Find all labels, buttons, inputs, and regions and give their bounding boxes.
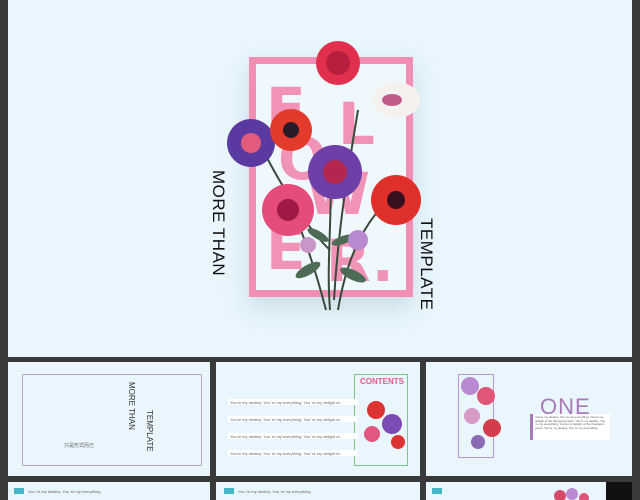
mini-frame xyxy=(22,374,202,466)
thumbnail-slide-5[interactable]: You 're my destiny. You 're my everythin… xyxy=(216,482,420,500)
contents-row-text: You're my destiny. You 're my everything… xyxy=(230,417,342,422)
teal-tag xyxy=(14,488,24,494)
black-corner-shape xyxy=(606,482,632,500)
one-paragraph-box: You're my destiny. You 're my everything… xyxy=(530,414,610,440)
contents-flower-illustration xyxy=(364,401,405,449)
thumb1-vertical-a: MORE THAN xyxy=(127,382,136,430)
thumb4-caption: You 're my destiny. You 're my everythin… xyxy=(28,489,102,494)
thumb5-caption: You 're my destiny. You 're my everythin… xyxy=(238,489,312,494)
teal-tag xyxy=(224,488,234,494)
thumbnail-slide-3[interactable]: ONE You're my destiny. You 're my everyt… xyxy=(426,362,632,476)
contents-row-text: You're my destiny. You 're my everything… xyxy=(230,400,342,405)
one-flower-illustration xyxy=(461,377,501,449)
thumb1-footer: 只是形式而已 xyxy=(64,443,95,449)
thumbnail-slide-6[interactable] xyxy=(426,482,632,500)
thumbnail-slide-4[interactable]: You 're my destiny. You 're my everythin… xyxy=(8,482,210,500)
contents-row-text: You're my destiny. You 're my everything… xyxy=(230,451,342,456)
contents-row-text: You're my destiny. You 're my everything… xyxy=(230,434,342,439)
main-slide-preview[interactable]: F L O W E R. MORE THAN TEMPLATE xyxy=(8,0,632,357)
mini-flower-illustration xyxy=(554,488,589,500)
flower-bouquet-illustration xyxy=(227,41,421,311)
contents-title: CONTENTS xyxy=(360,377,404,386)
thumbnail-slide-1[interactable]: MORE THAN TEMPLATE 只是形式而已 xyxy=(8,362,210,476)
red-flower-top xyxy=(316,41,360,85)
teal-tag xyxy=(432,488,442,494)
thumb1-vertical-b: TEMPLATE xyxy=(145,410,154,452)
one-paragraph: You're my destiny. You 're my everything… xyxy=(535,416,606,430)
thumbnail-slide-2[interactable]: CONTENTS You're my destiny. You 're my e… xyxy=(216,362,420,476)
